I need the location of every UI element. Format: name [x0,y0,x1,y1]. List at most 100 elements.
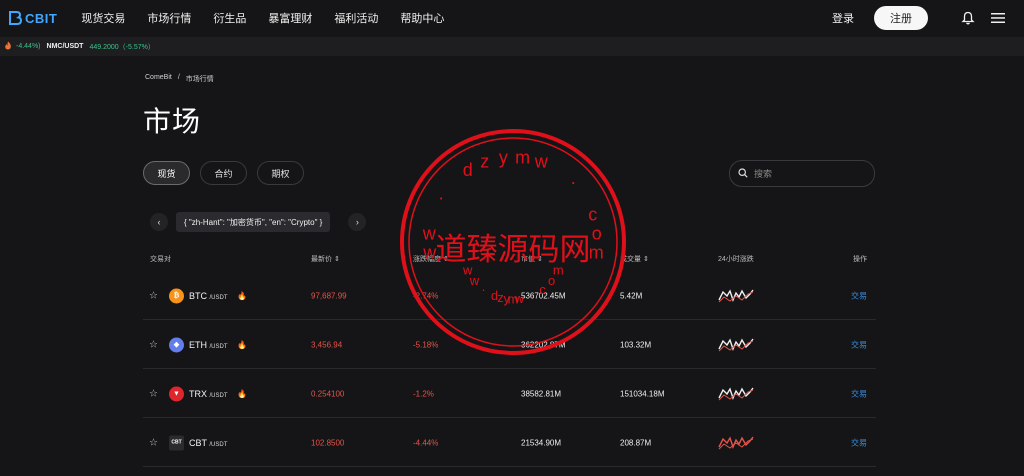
price-cell: 0.254100 [311,389,345,398]
hot-icon: 🔥 [237,340,247,349]
change-cell: -4.44% [413,438,439,447]
nav-finance[interactable]: 暴富理财 [268,10,312,26]
pair-symbol[interactable]: CBT /USDT [189,438,227,448]
quote-symbol: /USDT [209,392,228,399]
watermark-ring-letter: d [463,160,473,180]
price-ticker: -4.44%) NMC/USDT 449.2000（-5.57%） [0,37,1024,56]
volume-cell: 208.87M [620,438,652,447]
sparkline-chart [718,386,754,400]
pair-symbol[interactable]: ETH /USDT [189,340,228,350]
search-input[interactable] [754,168,854,179]
sparkline-chart [718,337,754,351]
market-tabs: 现货 合约 期权 [143,161,304,185]
pair-symbol[interactable]: BTC /USDT [189,291,228,301]
header-change[interactable]: 涨跌幅度 ⇕ [413,254,449,264]
volume-cell: 103.32M [620,340,652,349]
tab-spot[interactable]: 现货 [143,161,190,185]
price-cell: 102.8500 [311,438,345,447]
table-row[interactable]: ☆ CBT CBT /USDT 102.8500 -4.44% 21534.90M 208.… [143,419,876,467]
coin-icon: ▼ [169,386,184,401]
sparkline-chart [718,435,754,449]
quote-symbol: /USDT [209,294,228,301]
star-icon[interactable]: ☆ [149,290,158,301]
header-action: 操作 [853,256,867,263]
base-symbol: TRX [189,388,207,399]
bell-icon[interactable] [960,10,976,26]
table-row[interactable]: ☆ ₿ BTC /USDT 🔥 97,687.99 -2.74% 536702.45M 5.4… [143,272,876,320]
volume-cell: 151034.18M [620,389,665,398]
coin-icon: CBT [169,435,184,450]
fire-icon [4,41,12,52]
trade-link[interactable]: 交易 [851,339,867,350]
header-trend: 24小时涨跌 [718,256,754,263]
nav-market[interactable]: 市场行情 [147,10,191,26]
quote-symbol: /USDT [209,441,228,448]
watermark-ring-letter: w [422,223,437,243]
market-cap-cell: 536702.45M [521,291,566,300]
logo[interactable]: CBIT [8,11,57,26]
pair-symbol[interactable]: TRX /USDT [189,389,228,399]
breadcrumb-current: 市场行情 [185,76,214,83]
login-link[interactable]: 登录 [832,10,854,26]
change-cell: -1.2% [413,389,434,398]
nav-activities[interactable]: 福利活动 [334,10,378,26]
change-cell: -5.18% [413,340,439,349]
register-button[interactable]: 注册 [874,6,928,30]
trade-link[interactable]: 交易 [851,290,867,301]
breadcrumb-home[interactable]: ComeBit [145,74,172,84]
nav-spot-trading[interactable]: 现货交易 [81,10,125,26]
chevron-left-icon[interactable]: ‹ [150,213,168,231]
header-volume[interactable]: 成交量 ⇕ [620,254,649,264]
market-cap-cell: 38582.81M [521,389,562,398]
watermark-ring-letter: · [438,187,444,207]
base-symbol: BTC [189,290,207,301]
ticker-pair[interactable]: NMC/USDT [47,43,84,50]
price-cell: 3,456.94 [311,340,343,349]
hot-icon: 🔥 [237,291,247,300]
category-chip[interactable]: { "zh-Hant": "加密货币", "en": "Crypto" } [176,212,331,232]
quote-symbol: /USDT [209,343,228,350]
star-icon[interactable]: ☆ [149,339,158,350]
nav-derivatives[interactable]: 衍生品 [213,10,246,26]
page-title: 市场 [143,106,202,137]
volume-cell: 5.42M [620,291,643,300]
main-nav: 现货交易 市场行情 衍生品 暴富理财 福利活动 帮助中心 [81,10,444,26]
search-box [729,160,875,187]
change-cell: -2.74% [413,291,439,300]
coin-icon: ◆ [169,337,184,352]
market-cap-cell: 362202.87M [521,340,566,349]
watermark-ring-letter: w [534,152,549,172]
watermark-ring-letter: y [499,147,508,167]
logo-text: CBIT [25,10,58,26]
trade-link[interactable]: 交易 [851,388,867,399]
trade-link[interactable]: 交易 [851,437,867,448]
star-icon[interactable]: ☆ [149,437,158,448]
base-symbol: CBT [189,437,207,448]
search-icon [738,165,748,183]
table-header: 交易对 最新价 ⇕ 涨跌幅度 ⇕ 市值 ⇕ 成交量 ⇕ 24小时涨跌 操作 [143,250,876,268]
breadcrumb: ComeBit / 市场行情 [145,74,214,84]
coin-icon: ₿ [169,288,184,303]
category-selector: ‹ { "zh-Hant": "加密货币", "en": "Crypto" } … [150,212,367,232]
ticker-price: 449.2000（-5.57%） [89,43,155,51]
nav-actions: 登录 注册 [832,0,1006,36]
nav-help-center[interactable]: 帮助中心 [400,10,444,26]
menu-icon[interactable] [990,10,1006,26]
star-icon[interactable]: ☆ [149,388,158,399]
header-market-cap[interactable]: 市值 ⇕ [521,254,543,264]
watermark-ring-letter: · [570,172,576,192]
tab-options[interactable]: 期权 [257,161,304,185]
price-cell: 97,687.99 [311,291,347,300]
top-nav: CBIT 现货交易 市场行情 衍生品 暴富理财 福利活动 帮助中心 登录 注册 [0,0,1024,36]
watermark-ring-letter: o [592,223,602,243]
watermark-ring-letter: c [588,205,597,225]
breadcrumb-separator: / [177,74,180,81]
market-cap-cell: 21534.90M [521,438,562,447]
tab-contract[interactable]: 合约 [200,161,247,185]
logo-icon [9,11,22,25]
header-price[interactable]: 最新价 ⇕ [311,254,340,264]
hot-icon: 🔥 [237,389,247,398]
table-row[interactable]: ☆ ▼ TRX /USDT 🔥 0.254100 -1.2% 38582.81M 151034… [143,370,876,418]
chevron-right-icon[interactable]: › [348,213,367,231]
table-row[interactable]: ☆ ◆ ETH /USDT 🔥 3,456.94 -5.18% 362202.87M 103.… [143,321,876,369]
